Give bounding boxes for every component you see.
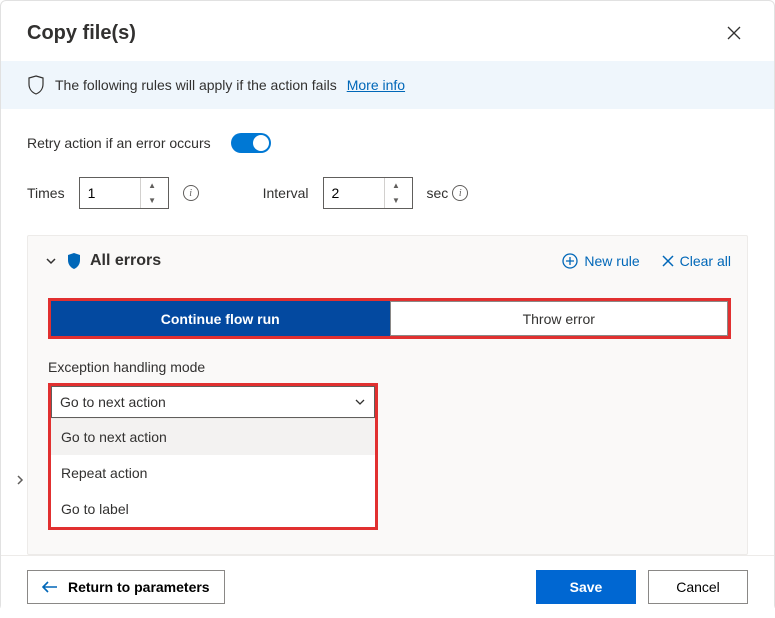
chevron-down-icon [354,396,366,408]
arrow-left-icon [42,580,58,594]
collapsed-section-toggle[interactable] [13,473,27,487]
retry-toggle[interactable] [231,133,271,153]
shield-icon [66,252,82,270]
mode-label: Exception handling mode [48,359,731,375]
return-label: Return to parameters [68,579,210,595]
cancel-button[interactable]: Cancel [648,570,748,604]
close-icon [727,26,741,40]
errors-title: All errors [90,252,161,270]
chevron-down-icon[interactable] [44,254,58,268]
mode-option[interactable]: Go to next action [51,419,375,455]
times-label: Times [27,185,65,201]
plus-circle-icon [562,253,578,269]
chevron-down-icon[interactable]: ▼ [385,193,408,208]
interval-label: Interval [263,185,309,201]
info-bar: The following rules will apply if the ac… [1,61,774,109]
return-to-parameters-button[interactable]: Return to parameters [27,570,225,604]
retry-label: Retry action if an error occurs [27,135,211,151]
times-stepper[interactable]: ▲ ▼ [79,177,169,209]
interval-input[interactable] [324,178,384,208]
shield-icon [27,75,45,95]
close-icon [662,255,674,267]
info-icon[interactable]: i [183,185,199,201]
chevron-up-icon[interactable]: ▲ [141,178,164,193]
tab-group: Continue flow run Throw error [48,298,731,339]
mode-select[interactable]: Go to next action [51,386,375,418]
dialog-header: Copy file(s) [1,1,774,61]
chevron-right-icon [13,473,27,487]
tab-continue-flow-run[interactable]: Continue flow run [51,301,390,336]
dialog-title: Copy file(s) [27,22,136,45]
interval-stepper[interactable]: ▲ ▼ [323,177,413,209]
retry-row: Retry action if an error occurs [27,133,748,153]
toggle-knob [253,135,269,151]
mode-option[interactable]: Repeat action [51,455,375,491]
chevron-down-icon[interactable]: ▼ [141,193,164,208]
new-rule-button[interactable]: New rule [562,253,639,269]
mode-option[interactable]: Go to label [51,491,375,527]
dialog: Copy file(s) The following rules will ap… [0,0,775,611]
errors-panel-header: All errors New rule Clear all [44,252,731,270]
errors-panel: All errors New rule Clear all Continue f… [27,235,748,555]
clear-all-button[interactable]: Clear all [662,253,731,269]
more-info-link[interactable]: More info [347,77,405,93]
interval-unit: sec [427,185,449,201]
mode-selected-value: Go to next action [60,394,166,410]
new-rule-label: New rule [584,253,639,269]
close-button[interactable] [720,19,748,47]
dialog-body: Retry action if an error occurs Times ▲ … [1,109,774,555]
retry-params-row: Times ▲ ▼ i Interval ▲ ▼ sec i [27,177,748,209]
info-icon[interactable]: i [452,185,468,201]
chevron-up-icon[interactable]: ▲ [385,178,408,193]
dialog-footer: Return to parameters Save Cancel [1,555,774,618]
tab-throw-error[interactable]: Throw error [390,301,729,336]
save-button[interactable]: Save [536,570,636,604]
times-input[interactable] [80,178,140,208]
clear-all-label: Clear all [680,253,731,269]
info-text: The following rules will apply if the ac… [55,77,337,93]
mode-select-highlight: Go to next action Go to next action Repe… [48,383,378,530]
mode-dropdown: Go to next action Repeat action Go to la… [51,418,375,527]
